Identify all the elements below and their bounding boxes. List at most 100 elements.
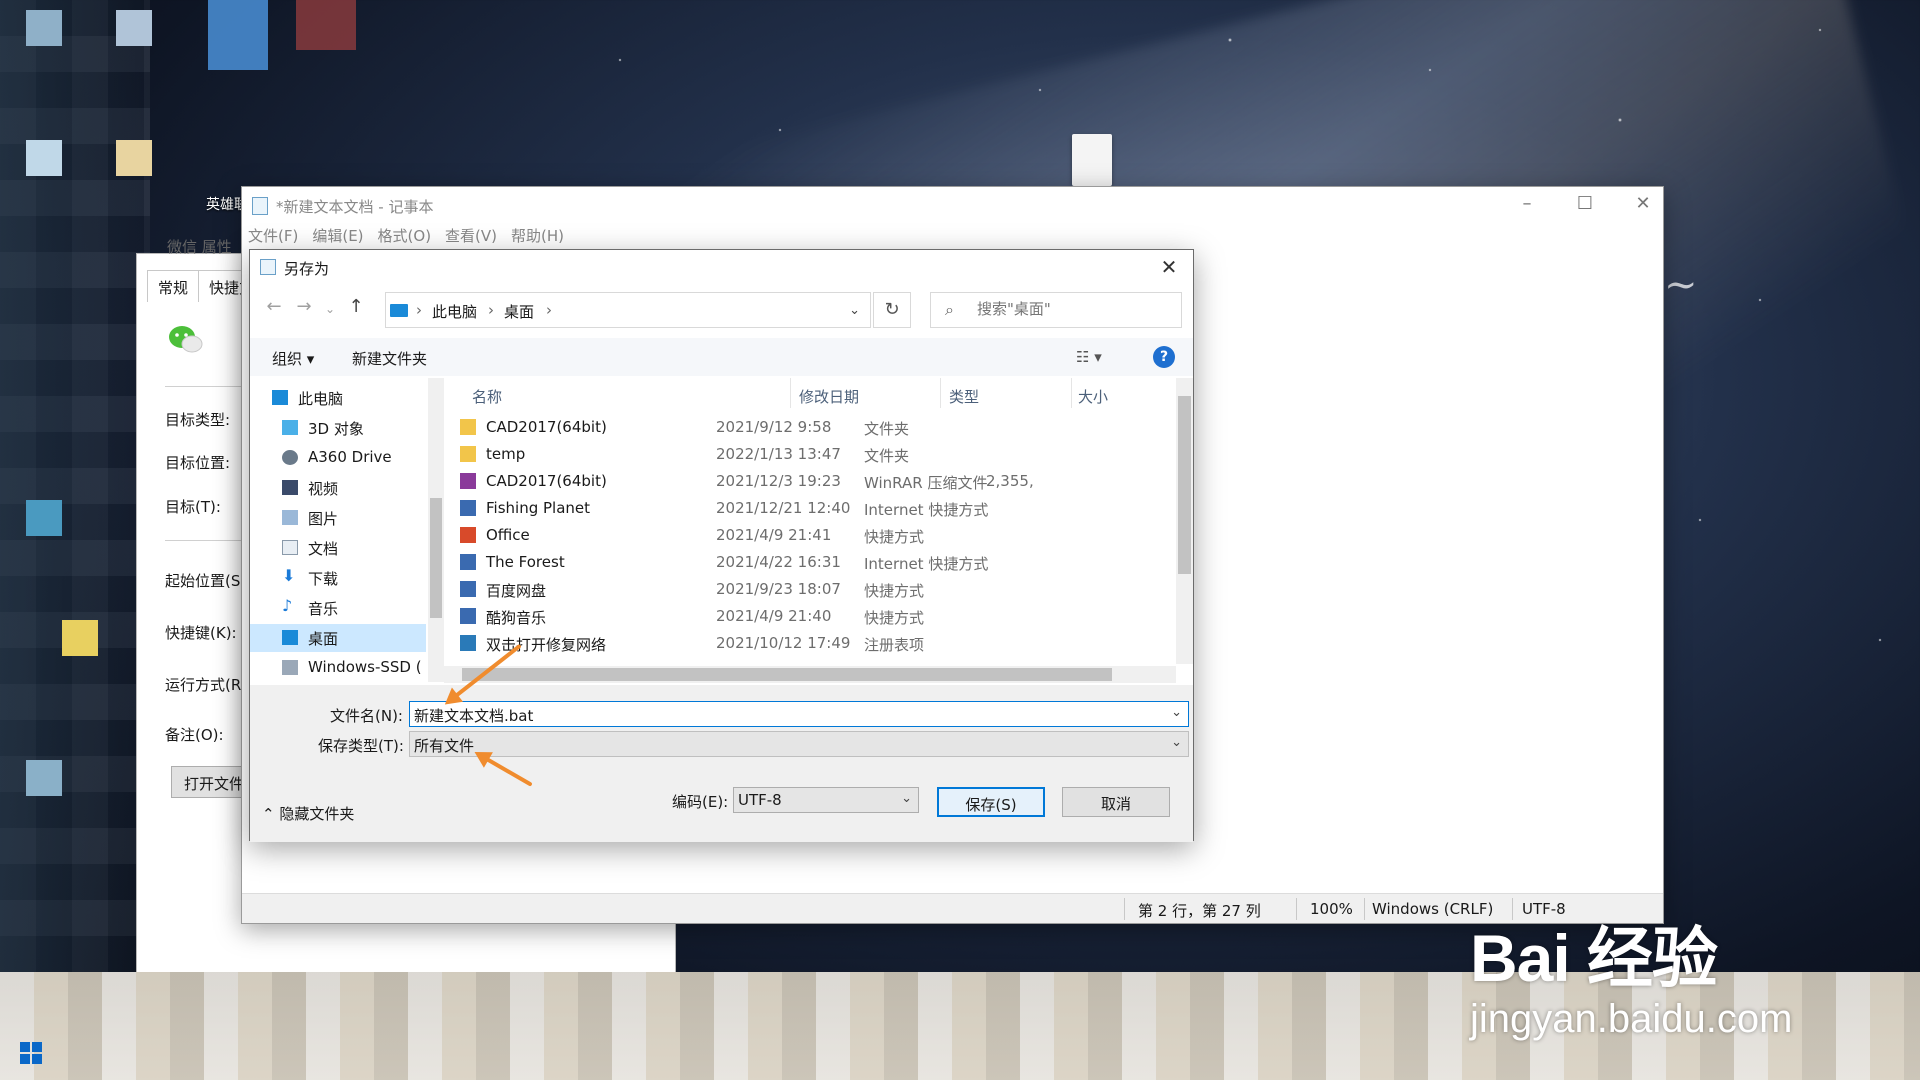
recent-chevron-icon[interactable]: ⌄ (318, 302, 342, 330)
file-type: WinRAR 压缩文件 (864, 474, 988, 492)
up-arrow-icon[interactable]: ↑ (344, 296, 368, 324)
search-icon: ⌕ (945, 300, 954, 319)
refresh-icon[interactable]: ↻ (873, 292, 911, 328)
filetype-select[interactable]: 所有文件 ⌄ (409, 731, 1189, 757)
field-target-location: 目标位置: (165, 454, 231, 472)
file-row[interactable]: Fishing Planet 2021/12/21 12:40 Internet 快… (446, 495, 1166, 522)
wallpaper-handwriting: ~ (1664, 262, 1698, 308)
breadcrumb-this-pc[interactable]: 此电脑 (432, 301, 477, 322)
column-type[interactable]: 类型 (949, 386, 979, 407)
file-name: Fishing Planet (486, 499, 591, 517)
shortcut-icon (460, 500, 476, 516)
dialog-icon (260, 259, 276, 275)
file-list: 名称 修改日期 类型 大小 CAD2017(64bit) 2021/9/12 9:… (446, 378, 1176, 682)
desktop-icons-mosaic (0, 0, 152, 1080)
tree-item-label: 下载 (308, 570, 339, 588)
menu-help[interactable]: 帮助(H) (511, 225, 564, 246)
scroll-thumb[interactable] (430, 498, 442, 618)
file-row[interactable]: CAD2017(64bit) 2021/9/12 9:58 文件夹 (446, 414, 1166, 441)
cancel-button[interactable]: 取消 (1062, 787, 1170, 817)
file-row[interactable]: 酷狗音乐 2021/4/9 21:40 快捷方式 (446, 603, 1166, 630)
dialog-titlebar[interactable]: 另存为 ✕ (250, 250, 1193, 284)
address-bar[interactable]: › 此电脑 › 桌面 › ⌄ (385, 292, 871, 328)
tree-item-pictures[interactable]: 图片 (264, 504, 424, 532)
field-target-type: 目标类型: (165, 411, 231, 429)
tree-item-documents[interactable]: 文档 (264, 534, 424, 562)
back-arrow-icon[interactable]: ← (262, 296, 286, 324)
file-list-vertical-scrollbar[interactable] (1176, 378, 1193, 664)
save-as-dialog[interactable]: 另存为 ✕ ← → ⌄ ↑ › 此电脑 › 桌面 › ⌄ ↻ ⌕ 组织 ▾ 新建… (249, 249, 1194, 842)
tree-item-label: 音乐 (308, 600, 339, 618)
file-date: 2021/10/12 17:49 (716, 634, 851, 652)
filename-input[interactable]: 新建文本文档.bat ⌄ (409, 701, 1189, 727)
file-row[interactable]: The Forest 2021/4/22 16:31 Internet 快捷方式 (446, 549, 1166, 576)
chevron-down-icon[interactable]: ⌄ (1171, 735, 1182, 750)
organize-button[interactable]: 组织 ▾ (272, 348, 314, 369)
file-type: 文件夹 (864, 420, 910, 438)
navigation-scrollbar[interactable] (428, 378, 444, 682)
notepad-horizontal-scrollbar[interactable] (242, 875, 1642, 895)
folder-icon (460, 419, 476, 435)
chevron-down-icon[interactable]: ⌄ (1171, 705, 1182, 720)
encoding-select[interactable]: UTF-8 ⌄ (733, 787, 919, 813)
close-icon[interactable]: ✕ (1157, 255, 1181, 279)
tree-item-downloads[interactable]: ⬇ 下载 (264, 564, 424, 592)
view-options-icon[interactable]: ☷ ▾ (1076, 348, 1102, 366)
file-type: 快捷方式 (864, 528, 925, 546)
menu-file[interactable]: 文件(F) (248, 225, 298, 246)
notepad-titlebar[interactable]: *新建文本文档 - 记事本 – ☐ ✕ (242, 187, 1663, 223)
file-date: 2021/4/9 21:40 (716, 607, 832, 625)
status-zoom: 100% (1310, 900, 1353, 918)
maximize-icon[interactable]: ☐ (1571, 193, 1599, 217)
file-list-horizontal-scrollbar[interactable] (444, 666, 1176, 683)
column-name[interactable]: 名称 (472, 386, 502, 407)
tree-item-3d-objects[interactable]: 3D 对象 (264, 414, 424, 442)
column-date[interactable]: 修改日期 (799, 386, 859, 407)
winrar-icon (460, 473, 476, 489)
tree-item-music[interactable]: ♪ 音乐 (264, 594, 424, 622)
save-button[interactable]: 保存(S) (937, 787, 1045, 817)
help-icon[interactable]: ? (1153, 346, 1175, 368)
file-row[interactable]: CAD2017(64bit) 2021/12/3 19:23 WinRAR 压缩文件… (446, 468, 1166, 495)
forward-arrow-icon[interactable]: → (292, 296, 316, 324)
file-date: 2021/9/12 9:58 (716, 418, 832, 436)
tree-item-a360-drive[interactable]: A360 Drive (264, 444, 424, 472)
file-row[interactable]: Office 2021/4/9 21:41 快捷方式 (446, 522, 1166, 549)
file-row[interactable]: 双击打开修复网络 2021/10/12 17:49 注册表项 (446, 630, 1166, 657)
filetype-value: 所有文件 (414, 737, 475, 755)
tree-item-windows-ssd[interactable]: Windows-SSD ( (264, 654, 424, 682)
wechat-icon (167, 324, 203, 356)
filename-label: 文件名(N): (330, 707, 403, 725)
chevron-down-icon: ⌄ (901, 791, 912, 806)
notepad-menubar: 文件(F) 编辑(E) 格式(O) 查看(V) 帮助(H) (248, 225, 564, 246)
search-box[interactable]: ⌕ (930, 292, 1182, 328)
windows-start-icon[interactable] (20, 1042, 42, 1064)
tab-general[interactable]: 常规 (147, 270, 200, 302)
breadcrumb-desktop[interactable]: 桌面 (504, 301, 534, 322)
tree-item-this-pc[interactable]: 此电脑 (254, 384, 414, 412)
scroll-thumb[interactable] (1178, 396, 1191, 574)
new-folder-button[interactable]: 新建文件夹 (352, 348, 427, 369)
menu-edit[interactable]: 编辑(E) (312, 225, 363, 246)
column-size[interactable]: 大小 (1078, 386, 1108, 407)
drive-icon (282, 450, 298, 465)
chevron-down-icon[interactable]: ⌄ (849, 303, 860, 318)
breadcrumb-sep-icon: › (416, 301, 422, 319)
menu-format[interactable]: 格式(O) (378, 225, 432, 246)
file-row[interactable]: 百度网盘 2021/9/23 18:07 快捷方式 (446, 576, 1166, 603)
document-icon[interactable] (1072, 134, 1112, 186)
menu-view[interactable]: 查看(V) (445, 225, 497, 246)
file-row[interactable]: temp 2022/1/13 13:47 文件夹 (446, 441, 1166, 468)
watermark-main: Bai 经验 (1470, 921, 1718, 995)
pc-icon (272, 390, 288, 405)
scroll-thumb[interactable] (462, 668, 1112, 681)
minimize-icon[interactable]: – (1513, 193, 1541, 217)
close-icon[interactable]: ✕ (1629, 193, 1657, 217)
tree-item-desktop[interactable]: 桌面 (250, 624, 426, 652)
tree-item-videos[interactable]: 视频 (264, 474, 424, 502)
hide-folders-toggle[interactable]: ⌃ 隐藏文件夹 (262, 803, 354, 824)
file-date: 2021/9/23 18:07 (716, 580, 841, 598)
search-input[interactable] (977, 300, 1172, 318)
tree-item-label: 桌面 (308, 630, 339, 648)
notepad-vertical-scrollbar[interactable] (1641, 249, 1663, 875)
